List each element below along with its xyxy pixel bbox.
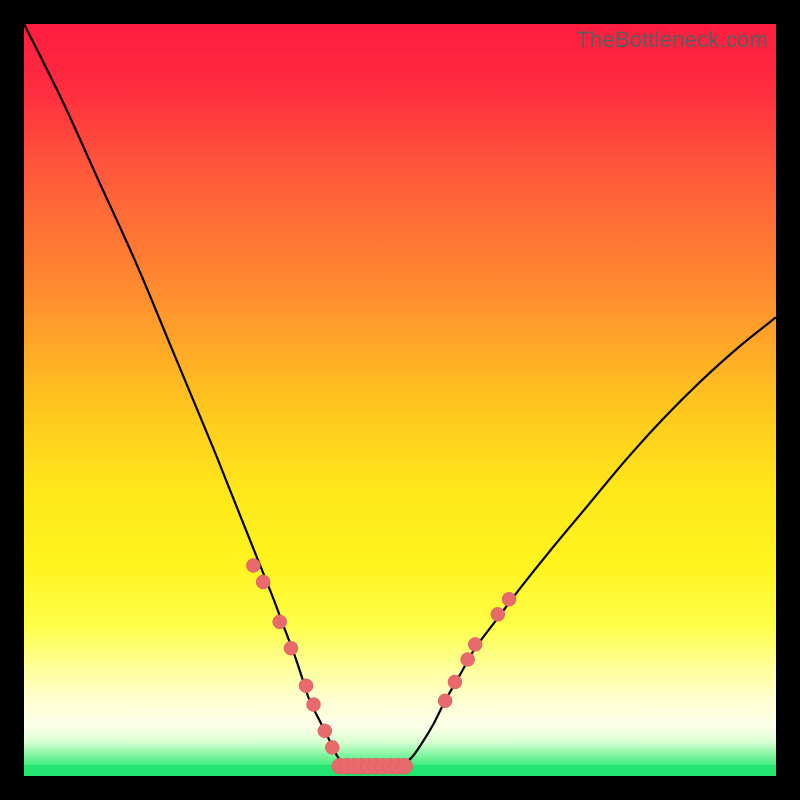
highlight-dot	[382, 758, 398, 774]
highlight-dot	[375, 758, 391, 774]
highlight-dot	[448, 675, 462, 689]
highlight-dot	[353, 758, 369, 774]
bottom-green-band	[24, 765, 776, 776]
plot-area: TheBottleneck.com	[24, 24, 776, 776]
highlight-dot	[284, 641, 298, 655]
highlight-dot	[299, 679, 313, 693]
highlight-dot	[256, 575, 270, 589]
highlight-dot	[246, 558, 260, 572]
highlight-dot	[461, 652, 475, 666]
highlight-dot	[339, 758, 355, 774]
highlight-dot	[318, 724, 332, 738]
highlight-dot	[332, 758, 348, 774]
highlight-dot	[397, 758, 413, 774]
bottleneck-curve	[24, 24, 776, 767]
highlight-dot	[273, 615, 287, 629]
highlight-dot	[361, 758, 377, 774]
highlight-dot	[468, 637, 482, 651]
chart-svg	[24, 24, 776, 776]
highlight-dot	[307, 698, 321, 712]
highlight-dot	[346, 758, 362, 774]
highlight-dot	[491, 607, 505, 621]
watermark-label: TheBottleneck.com	[576, 27, 768, 53]
highlight-dot	[389, 758, 405, 774]
highlight-dot	[502, 592, 516, 606]
highlight-dot	[325, 740, 339, 754]
highlight-dot	[368, 758, 384, 774]
gradient-background	[24, 24, 776, 776]
marker-layer	[246, 558, 516, 774]
highlight-dot	[438, 694, 452, 708]
chart-frame: TheBottleneck.com	[0, 0, 800, 800]
